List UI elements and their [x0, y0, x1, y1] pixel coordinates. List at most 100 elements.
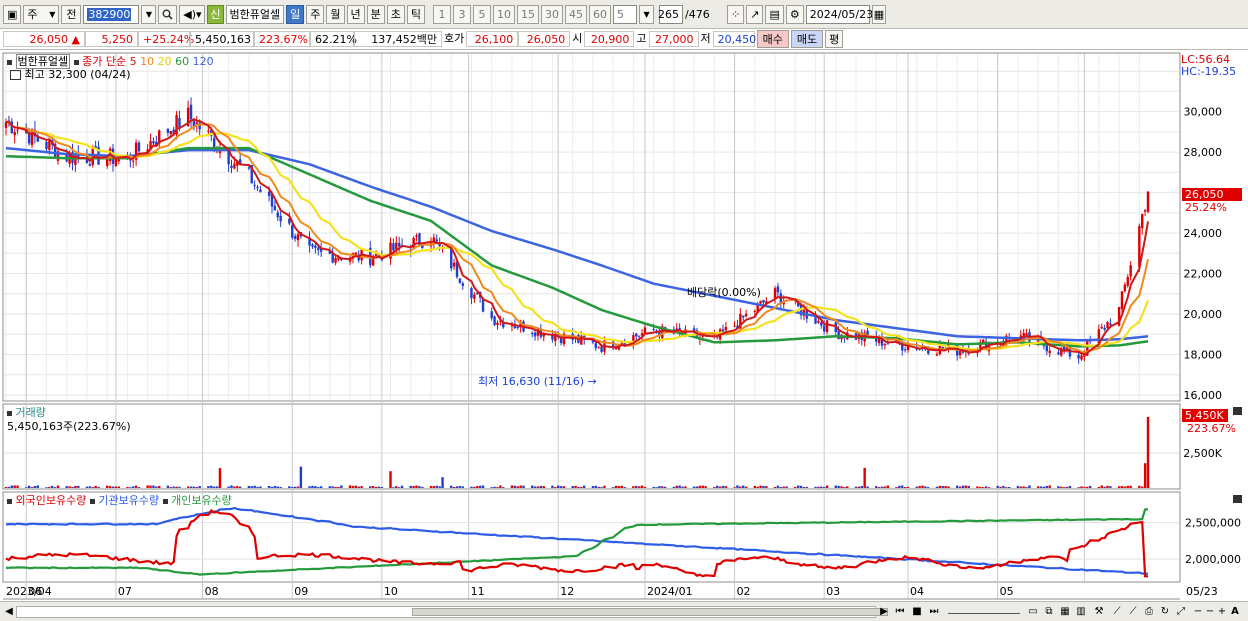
candle-body — [1100, 327, 1103, 329]
draw-tools-icon[interactable]: ↗ — [746, 4, 764, 24]
candle-body — [903, 349, 907, 351]
layout-icon[interactable]: ▭ — [1026, 605, 1040, 619]
calendar-icon[interactable]: ▦ — [871, 4, 887, 24]
gear-icon[interactable]: ⚙ — [785, 4, 804, 24]
fast-forward-icon[interactable]: ⏭ — [927, 605, 941, 619]
minute-option-1[interactable]: 1 — [433, 4, 452, 24]
refresh-icon[interactable]: ↻ — [1158, 605, 1172, 619]
volume-bar — [1138, 485, 1141, 488]
zoom-slider[interactable] — [948, 605, 1020, 614]
minute-option-5[interactable]: 5 — [473, 4, 492, 24]
screenshot-icon[interactable]: ⎙ — [1142, 605, 1156, 619]
candle-body — [724, 326, 728, 331]
tab-month[interactable]: 월 — [326, 4, 345, 24]
zoom-in-icon[interactable]: + — [1216, 605, 1228, 619]
buy-button[interactable]: 매수 — [756, 30, 789, 48]
tool-icon[interactable]: ⚒ — [1092, 605, 1106, 619]
candle-body — [620, 342, 624, 344]
volume-bar — [238, 486, 242, 488]
expand-icon[interactable]: ⤢ — [1174, 605, 1188, 619]
tab-week[interactable]: 주 — [306, 4, 325, 24]
font-size-icon[interactable]: A — [1229, 605, 1241, 619]
interval-input[interactable]: 5 — [613, 4, 638, 24]
legend-square-icon — [73, 59, 79, 65]
volume-bar — [539, 485, 543, 488]
volume-bar — [684, 486, 687, 488]
volume-bar — [652, 486, 655, 488]
rewind-icon[interactable]: ⏮ — [893, 605, 907, 619]
minute-option-10[interactable]: 10 — [493, 4, 516, 24]
candle-body — [178, 117, 181, 128]
zoom-out-icon[interactable]: − — [1192, 605, 1204, 619]
stock-name[interactable]: 범한퓨얼셀 — [225, 4, 285, 24]
speaker-icon[interactable]: ◀)▾ — [179, 4, 206, 24]
open-price: 20,900 — [584, 31, 635, 47]
volume-bar — [1028, 485, 1031, 488]
grid-icon[interactable]: ▦ — [1058, 605, 1072, 619]
scroll-track[interactable] — [16, 606, 888, 618]
date-input[interactable]: 2024/05/23 — [805, 4, 873, 24]
volume-bar — [779, 487, 783, 488]
prev-button[interactable]: 전 — [61, 4, 82, 24]
low-marker: 최저 16,630 (11/16) → — [478, 375, 597, 388]
holdings-panel-close-icon[interactable] — [1233, 495, 1242, 503]
trend-icon[interactable]: ⟋ — [1110, 605, 1124, 619]
minute-option-60[interactable]: 60 — [589, 4, 612, 24]
minute-option-45[interactable]: 45 — [565, 4, 588, 24]
chart-canvas[interactable]: 30,00028,00026,00024,00022,00020,00018,0… — [0, 51, 1248, 601]
scroll-right-icon[interactable]: ▶ — [879, 605, 889, 619]
volume-bar — [207, 486, 210, 488]
save-icon[interactable]: ▤ — [765, 4, 784, 24]
period-select[interactable]: 주 ▼ — [23, 4, 60, 24]
volume-bar — [1042, 486, 1046, 488]
volume-bar — [1077, 487, 1080, 488]
minute-option-15[interactable]: 15 — [517, 4, 540, 24]
volume-bar — [45, 487, 48, 488]
candle-body — [452, 262, 456, 267]
candle-body — [371, 258, 375, 266]
split-icon[interactable]: ⧉ — [1042, 605, 1056, 619]
candle-body — [114, 159, 118, 167]
crosshair-icon[interactable]: ⁘ — [727, 4, 745, 24]
tab-minute[interactable]: 분 — [366, 4, 385, 24]
code-dropdown-button[interactable]: ▼ — [141, 4, 157, 24]
volume-bar — [796, 485, 800, 488]
window-icon[interactable]: ▣ — [3, 4, 22, 24]
sell-button[interactable]: 매도 — [790, 30, 824, 48]
x-tick-label: 04 — [910, 585, 924, 598]
minus-icon[interactable]: − — [1204, 605, 1216, 619]
bar-count-input[interactable]: 265 — [658, 4, 684, 24]
candle-body — [883, 344, 887, 346]
minute-option-3[interactable]: 3 — [453, 4, 472, 24]
price-change-pct: +25.24% — [138, 31, 194, 47]
tab-tick[interactable]: 틱 — [406, 4, 426, 24]
minute-option-30[interactable]: 30 — [541, 4, 564, 24]
trend2-icon[interactable]: ⟋ — [1126, 605, 1140, 619]
stop-icon[interactable]: ■ — [910, 605, 924, 619]
volume-bar — [817, 486, 820, 488]
chart-toolbar: ▣ 주 ▼ 전 382900 ▼ ◀)▾ 신 범한퓨얼셀 일 주 월 년 분 초 … — [0, 0, 1248, 29]
tab-year[interactable]: 년 — [346, 4, 365, 24]
candle-body — [207, 130, 210, 132]
tab-day[interactable]: 일 — [286, 4, 305, 24]
volume-bar — [288, 486, 291, 488]
search-icon[interactable] — [158, 4, 178, 24]
volume-bar — [415, 485, 418, 488]
volume-bar — [490, 487, 493, 488]
stock-code-input[interactable]: 382900 — [83, 4, 140, 24]
scroll-thumb[interactable] — [412, 608, 888, 616]
volume-bar — [903, 487, 907, 488]
quote-strip: 26,050 ▲ 5,250 +25.24% 5,450,163 223.67%… — [0, 29, 1248, 50]
tab-second[interactable]: 초 — [386, 4, 405, 24]
average-price-button[interactable]: 평 — [825, 30, 844, 48]
scroll-left-icon[interactable]: ◀ — [4, 605, 14, 619]
candle-body — [652, 328, 655, 330]
volume-panel-close-icon[interactable] — [1233, 407, 1242, 415]
candle-body — [742, 315, 745, 318]
volume-bar — [1126, 485, 1129, 488]
candle-body — [1048, 350, 1051, 354]
volume-bar — [721, 485, 725, 488]
panel-icon[interactable]: ▥ — [1074, 605, 1088, 619]
volume-bar — [189, 486, 193, 488]
interval-dropdown-button[interactable]: ▼ — [639, 4, 655, 24]
